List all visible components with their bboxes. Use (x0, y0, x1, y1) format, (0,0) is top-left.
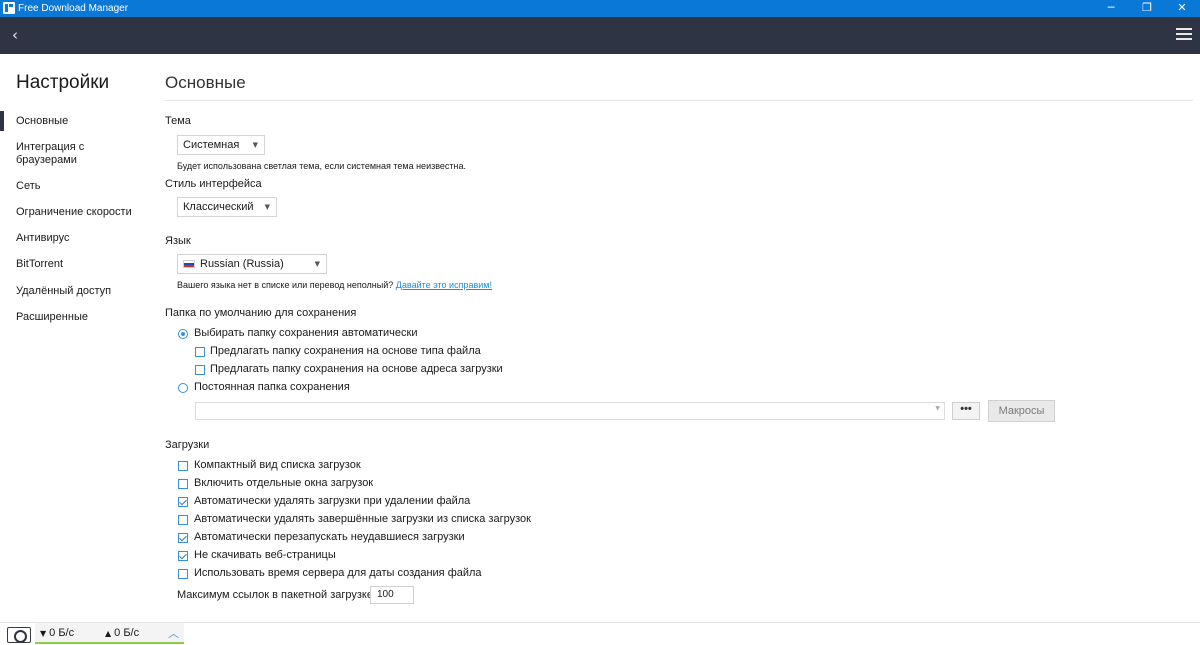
status-bar: ▼ 0 Б/с ▲ 0 Б/с ︿ (0, 622, 1200, 645)
compact-list-label: Компактный вид списка загрузок (194, 459, 361, 471)
active-nav-indicator (0, 111, 4, 131)
chevron-down-icon: ▼ (314, 260, 320, 268)
suggest-by-type-label: Предлагать папку сохранения на основе ти… (210, 345, 481, 357)
fixed-folder-label: Постоянная папка сохранения (194, 381, 350, 393)
sidebar-item-speed-limit[interactable]: Ограничение скорости (16, 206, 141, 219)
speed-mode-snail-icon[interactable] (7, 627, 31, 643)
chevron-down-icon: ▼ (252, 141, 258, 149)
skip-web-pages-checkbox[interactable] (178, 551, 188, 561)
ui-style-label: Стиль интерфейса (165, 178, 262, 190)
upload-speed-value: 0 Б/с (114, 627, 140, 639)
window-title: Free Download Manager (18, 3, 129, 14)
download-speed: ▼ 0 Б/с (40, 627, 74, 639)
downloads-label: Загрузки (165, 439, 210, 451)
auto-folder-radio[interactable] (178, 329, 188, 339)
fix-translation-link[interactable]: Давайте это исправим! (396, 280, 492, 290)
sidebar-item-antivirus[interactable]: Антивирус (16, 232, 141, 245)
page-title: Основные (165, 73, 246, 92)
language-select-value: Russian (Russia) (200, 258, 284, 270)
auto-remove-completed-checkbox[interactable] (178, 515, 188, 525)
language-label: Язык (165, 235, 191, 247)
sidebar-item-remote-access[interactable]: Удалённый доступ (16, 285, 141, 298)
close-button[interactable]: ✕ (1164, 0, 1200, 17)
auto-delete-on-file-delete-checkbox[interactable] (178, 497, 188, 507)
save-path-input[interactable]: ▼ (195, 402, 945, 420)
auto-remove-completed-label: Автоматически удалять завершённые загруз… (194, 513, 531, 525)
upload-speed: ▲ 0 Б/с (105, 627, 139, 639)
download-speed-value: 0 Б/с (49, 627, 75, 639)
sidebar-item-advanced[interactable]: Расширенные (16, 311, 141, 324)
auto-folder-label: Выбирать папку сохранения автоматически (194, 327, 418, 339)
title-bar: Free Download Manager ─ ❐ ✕ (0, 0, 1200, 17)
back-icon[interactable]: ‹ (6, 27, 24, 45)
browse-folder-button[interactable]: ••• (952, 402, 980, 420)
sidebar-title: Настройки (16, 72, 110, 93)
upload-arrow-icon: ▲ (105, 629, 112, 638)
title-divider (165, 100, 1193, 101)
compact-list-checkbox[interactable] (178, 461, 188, 471)
sidebar-item-browser-integration[interactable]: Интеграция с браузерами (16, 141, 141, 167)
russia-flag-icon (183, 260, 195, 268)
ui-style-select-value: Классический (183, 201, 254, 213)
server-time-checkbox[interactable] (178, 569, 188, 579)
fixed-folder-radio[interactable] (178, 383, 188, 393)
suggest-by-url-label: Предлагать папку сохранения на основе ад… (210, 363, 503, 375)
auto-restart-failed-label: Автоматически перезапускать неудавшиеся … (194, 531, 465, 543)
chevron-down-icon: ▼ (264, 203, 270, 211)
toolbar: ‹ (0, 17, 1200, 54)
suggest-by-type-checkbox[interactable] (195, 347, 205, 357)
macros-button[interactable]: Макросы (988, 400, 1055, 422)
theme-select-value: Системная (183, 139, 240, 151)
sidebar-item-bittorrent[interactable]: BitTorrent (16, 258, 141, 271)
skip-web-pages-label: Не скачивать веб-страницы (194, 549, 336, 561)
theme-hint: Будет использована светлая тема, если си… (177, 161, 467, 171)
server-time-label: Использовать время сервера для даты созд… (194, 567, 482, 579)
chevron-down-icon: ▼ (935, 405, 940, 412)
language-select[interactable]: Russian (Russia) ▼ (177, 254, 327, 274)
expand-panel-icon[interactable]: ︿ (168, 625, 179, 641)
maximize-button[interactable]: ❐ (1129, 0, 1165, 17)
language-hint-text: Вашего языка нет в списке или перевод не… (177, 280, 394, 290)
suggest-by-url-checkbox[interactable] (195, 365, 205, 375)
auto-restart-failed-checkbox[interactable] (178, 533, 188, 543)
theme-select[interactable]: Системная ▼ (177, 135, 265, 155)
theme-label: Тема (165, 115, 191, 127)
max-links-label: Максимум ссылок в пакетной загрузке (177, 589, 373, 601)
separate-windows-label: Включить отдельные окна загрузок (194, 477, 374, 489)
ui-style-select[interactable]: Классический ▼ (177, 197, 277, 217)
language-hint: Вашего языка нет в списке или перевод не… (177, 280, 492, 290)
auto-delete-on-file-delete-label: Автоматически удалять загрузки при удале… (194, 495, 471, 507)
minimize-button[interactable]: ─ (1093, 0, 1129, 17)
sidebar-item-network[interactable]: Сеть (16, 180, 141, 193)
hamburger-menu-icon[interactable] (1176, 28, 1192, 42)
download-arrow-icon: ▼ (40, 629, 47, 638)
speed-panel: ▼ 0 Б/с ▲ 0 Б/с ︿ (35, 623, 184, 644)
app-logo-icon (3, 2, 15, 14)
sidebar-item-general[interactable]: Основные (16, 115, 141, 128)
separate-windows-checkbox[interactable] (178, 479, 188, 489)
save-folder-label: Папка по умолчанию для сохранения (165, 307, 357, 319)
max-links-input[interactable]: 100 (370, 586, 414, 604)
